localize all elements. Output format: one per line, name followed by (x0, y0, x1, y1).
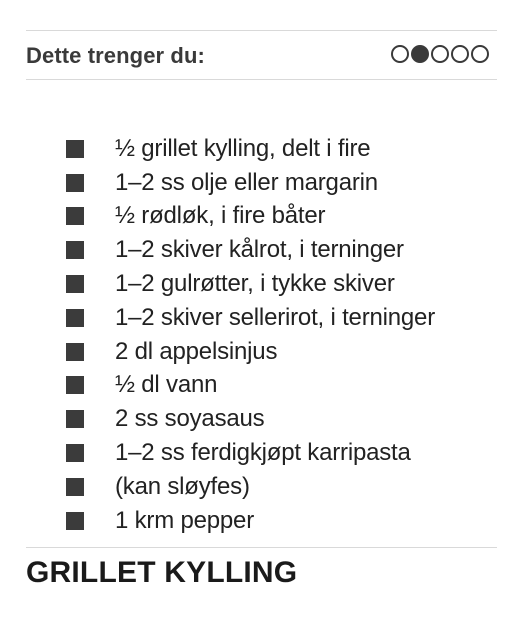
ingredients-header: Dette trenger du: (26, 30, 497, 80)
ingredient-item: ½ dl vann (66, 369, 435, 403)
square-bullet-icon (66, 342, 84, 361)
ingredient-text: 1–2 skiver sellerirot, i terninger (115, 303, 436, 331)
ingredient-item: 2 ss soyasaus (66, 402, 435, 436)
ingredient-text: 1 krm pepper (115, 506, 254, 534)
square-bullet-icon (66, 207, 84, 226)
square-bullet-icon (66, 308, 84, 327)
ingredient-text: 2 dl appelsinjus (115, 337, 278, 365)
ingredient-text: (kan sløyfes) (115, 472, 250, 500)
square-bullet-icon (66, 511, 84, 530)
square-bullet-icon (66, 376, 84, 395)
ingredient-text: 1–2 skiver kålrot, i terninger (115, 236, 404, 264)
ingredient-list: ½ grillet kylling, delt i fire 1–2 ss olj… (66, 132, 435, 538)
ingredient-item: 1–2 ss ferdigkjøpt karripasta (66, 436, 435, 470)
ingredient-text: 1–2 ss olje eller margarin (115, 168, 378, 196)
square-bullet-icon (66, 444, 84, 463)
ingredient-item: ½ rødløk, i fire båter (66, 200, 435, 234)
square-bullet-icon (66, 275, 84, 294)
filled-circle-icon (411, 45, 429, 63)
square-bullet-icon (66, 241, 84, 260)
empty-circle-icon (451, 45, 469, 63)
ingredient-text: ½ grillet kylling, delt i fire (115, 134, 371, 162)
ingredient-item: ½ grillet kylling, delt i fire (66, 132, 435, 166)
ingredient-item: (kan sløyfes) (66, 470, 435, 504)
empty-circle-icon (431, 45, 449, 63)
ingredient-text: ½ dl vann (115, 371, 218, 399)
ingredient-item: 2 dl appelsinjus (66, 335, 435, 369)
ingredient-text: 2 ss soyasaus (115, 405, 265, 433)
empty-circle-icon (391, 45, 409, 63)
ingredient-text: 1–2 gulrøtter, i tykke skiver (115, 270, 395, 298)
header-title: Dette trenger du: (26, 43, 205, 68)
ingredient-item: 1 krm pepper (66, 504, 435, 538)
recipe-title: GRILLET KYLLING (26, 556, 298, 589)
empty-circle-icon (471, 45, 489, 63)
square-bullet-icon (66, 139, 84, 158)
ingredient-item: 1–2 gulrøtter, i tykke skiver (66, 267, 435, 301)
square-bullet-icon (66, 173, 84, 192)
divider (26, 547, 497, 548)
ingredient-item: 1–2 skiver sellerirot, i terninger (66, 301, 435, 335)
ingredient-item: 1–2 ss olje eller margarin (66, 166, 435, 200)
ingredient-item: 1–2 skiver kålrot, i terninger (66, 233, 435, 267)
square-bullet-icon (66, 410, 84, 429)
ingredient-text: ½ rødløk, i fire båter (115, 202, 326, 230)
square-bullet-icon (66, 477, 84, 496)
ingredient-text: 1–2 ss ferdigkjøpt karripasta (115, 439, 411, 467)
difficulty-indicator (391, 45, 489, 63)
